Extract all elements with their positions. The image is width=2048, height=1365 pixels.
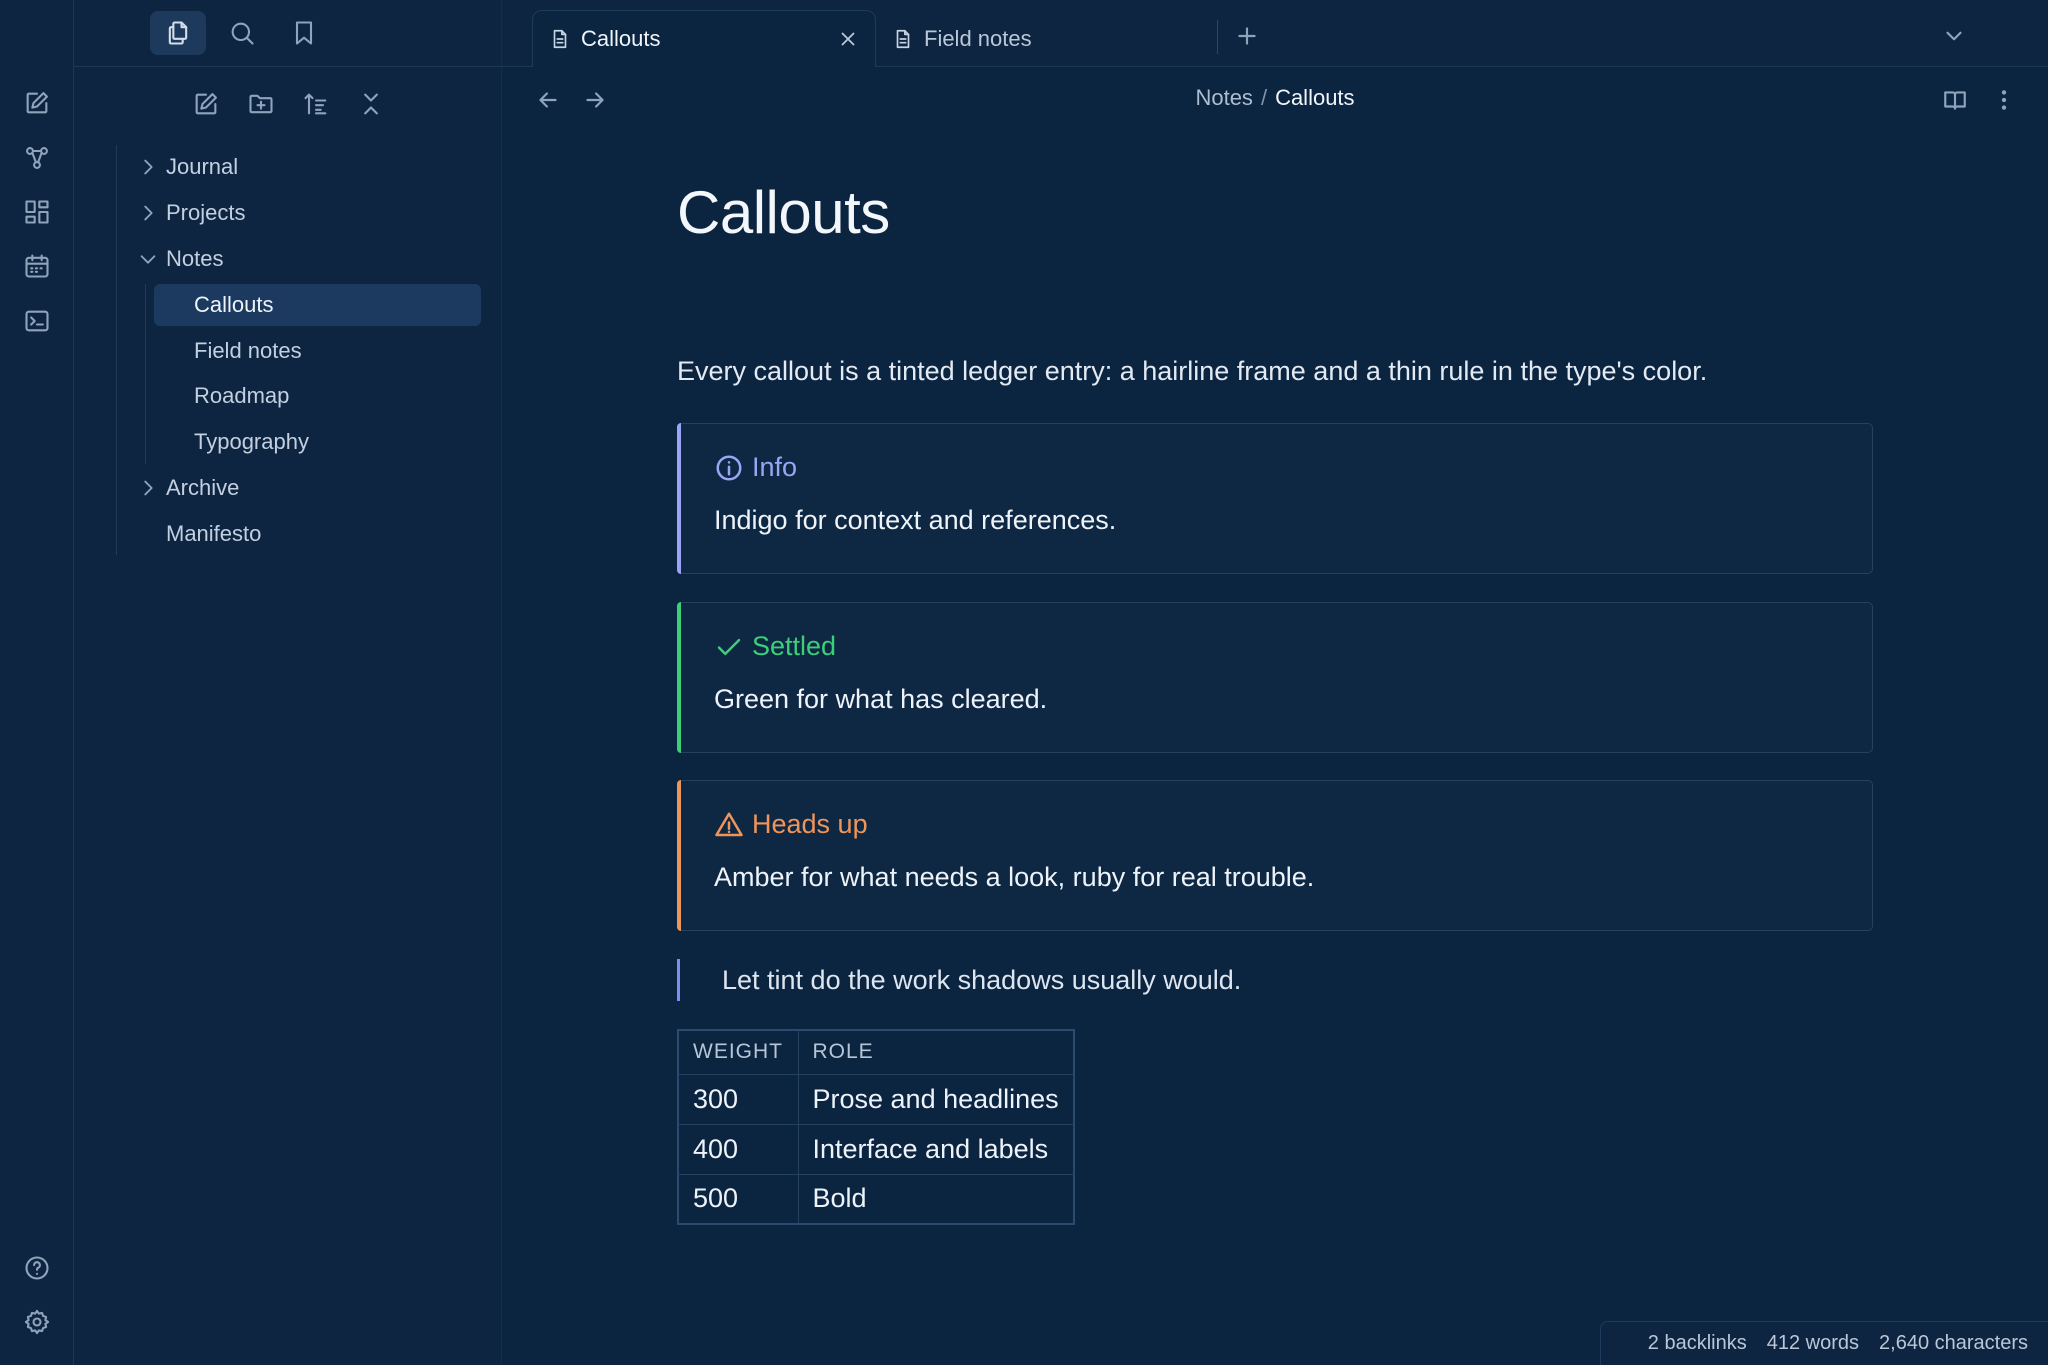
- chevron-down-icon: [137, 248, 159, 270]
- tree-folder-archive[interactable]: Archive: [144, 467, 466, 509]
- files-tab-icon[interactable]: [150, 11, 206, 55]
- callout-rule: [677, 423, 681, 574]
- info-icon: [716, 455, 742, 480]
- tree-file-typography[interactable]: Typography: [194, 421, 481, 463]
- callout-title: Info: [752, 452, 798, 482]
- new-note-icon[interactable]: [22, 88, 52, 118]
- tree-item-label: Manifesto: [166, 521, 262, 546]
- table-row: 500 Bold: [677, 1173, 1075, 1225]
- ribbon: [0, 0, 74, 1365]
- new-tab-plus-icon[interactable]: [1232, 21, 1262, 51]
- backlinks-count[interactable]: 2 backlinks: [1648, 1332, 1747, 1355]
- weight-table: WEIGHT ROLE 300 Prose and headlines 400 …: [677, 1029, 1075, 1225]
- table-cell: 300: [677, 1073, 799, 1125]
- breadcrumb-separator: /: [1260, 85, 1268, 110]
- collapse-all-icon[interactable]: [354, 87, 388, 121]
- new-note-button-icon[interactable]: [189, 87, 223, 121]
- reading-view-book-icon[interactable]: [1940, 85, 1970, 115]
- tree-folder-projects[interactable]: Projects: [144, 192, 466, 234]
- help-icon[interactable]: [22, 1253, 52, 1283]
- intro-paragraph: Every callout is a tinted ledger entry: …: [677, 356, 1708, 386]
- callout-title: Heads up: [752, 809, 868, 839]
- breadcrumb-current[interactable]: Callouts: [1275, 85, 1354, 110]
- table-header-cell: ROLE: [797, 1029, 1075, 1075]
- file-explorer-sidebar: Journal Projects Notes Callouts Field no…: [74, 0, 502, 1365]
- callout-heads-up[interactable]: Heads up Amber for what needs a look, ru…: [677, 780, 1873, 931]
- table-header-cell: WEIGHT: [677, 1029, 799, 1075]
- tab-label: Callouts: [581, 26, 661, 51]
- callout-header: Settled: [714, 631, 836, 662]
- close-icon[interactable]: [837, 28, 859, 50]
- tab-bar: Callouts Field notes: [502, 0, 2048, 67]
- breadcrumb-parent[interactable]: Notes: [1195, 85, 1252, 110]
- table-cell: Prose and headlines: [797, 1073, 1075, 1125]
- callout-body: Amber for what needs a look, ruby for re…: [714, 862, 1315, 892]
- file-icon: [892, 28, 914, 50]
- tree-item-label: Journal: [166, 154, 239, 179]
- tab-field-notes[interactable]: Field notes: [890, 10, 1210, 67]
- word-count: 412 words: [1766, 1332, 1860, 1354]
- warning-icon: [715, 812, 743, 836]
- callout-body: Indigo for context and references.: [714, 505, 1117, 535]
- tree-item-label: Archive: [166, 475, 240, 500]
- tree-item-label: Typography: [194, 429, 309, 454]
- new-folder-icon[interactable]: [244, 87, 278, 121]
- tree-file-roadmap[interactable]: Roadmap: [194, 375, 481, 417]
- character-count: 2,640 characters: [1879, 1332, 2028, 1354]
- status-bar: 2 backlinks 412 words 2,640 characters: [1600, 1321, 2048, 1365]
- file-icon: [549, 28, 571, 50]
- tree-file-manifesto[interactable]: Manifesto: [166, 513, 466, 555]
- tree-guide-line: [116, 145, 117, 555]
- blockquote: Let tint do the work shadows usually wou…: [677, 959, 1241, 1001]
- tree-folder-journal[interactable]: Journal: [144, 146, 466, 188]
- tree-item-label: Field notes: [194, 338, 302, 363]
- document: Callouts Every callout is a tinted ledge…: [677, 179, 1873, 1225]
- settings-gear-icon[interactable]: [22, 1307, 52, 1337]
- tree-item-label: Projects: [166, 200, 246, 225]
- calendar-icon[interactable]: [22, 251, 52, 281]
- tree-file-callouts[interactable]: Callouts: [154, 284, 481, 326]
- graph-view-icon[interactable]: [22, 143, 52, 173]
- table-cell: 400: [677, 1123, 799, 1175]
- tree-file-field-notes[interactable]: Field notes: [194, 330, 481, 372]
- tab-list-chevron-down-icon[interactable]: [1939, 21, 1969, 51]
- terminal-icon[interactable]: [22, 306, 52, 336]
- tree-item-label: Notes: [166, 246, 224, 271]
- chevron-right-icon: [137, 477, 159, 499]
- table-cell: 500: [677, 1173, 799, 1225]
- tree-guide-line-nested: [145, 284, 146, 464]
- sidebar-tab-header: [74, 0, 502, 67]
- table-row: 300 Prose and headlines: [677, 1073, 1075, 1125]
- tree-item-label: Roadmap: [194, 383, 290, 408]
- callout-header: Info: [714, 452, 797, 483]
- tree-folder-notes[interactable]: Notes: [140, 238, 466, 280]
- table-row: 400 Interface and labels: [677, 1123, 1075, 1175]
- callout-rule: [677, 602, 681, 753]
- sort-icon[interactable]: [299, 87, 333, 121]
- tab-separator: [1217, 20, 1218, 54]
- callout-body: Green for what has cleared.: [714, 684, 1048, 714]
- chevron-right-icon: [137, 156, 159, 178]
- bookmark-icon[interactable]: [276, 11, 332, 55]
- callout-rule: [677, 780, 681, 931]
- more-options-icon[interactable]: [1989, 85, 2019, 115]
- tab-callouts[interactable]: Callouts: [532, 10, 876, 67]
- check-icon: [717, 638, 741, 655]
- editor-pane: Notes / Callouts Callouts Every callout is…: [502, 67, 2048, 1365]
- tab-label: Field notes: [924, 25, 1032, 51]
- callout-title: Settled: [752, 631, 837, 661]
- search-icon[interactable]: [214, 11, 270, 55]
- page-title: Callouts: [677, 179, 890, 246]
- breadcrumb: Notes / Callouts: [502, 85, 2048, 111]
- chevron-right-icon: [137, 202, 159, 224]
- table-header-row: WEIGHT ROLE: [677, 1029, 1075, 1075]
- callout-info[interactable]: Info Indigo for context and references.: [677, 423, 1873, 574]
- canvas-icon[interactable]: [22, 197, 52, 227]
- callout-header: Heads up: [714, 809, 868, 840]
- table-cell: Interface and labels: [797, 1123, 1075, 1175]
- table-cell: Bold: [797, 1173, 1075, 1225]
- callout-settled[interactable]: Settled Green for what has cleared.: [677, 602, 1873, 753]
- tree-item-label: Callouts: [194, 292, 274, 317]
